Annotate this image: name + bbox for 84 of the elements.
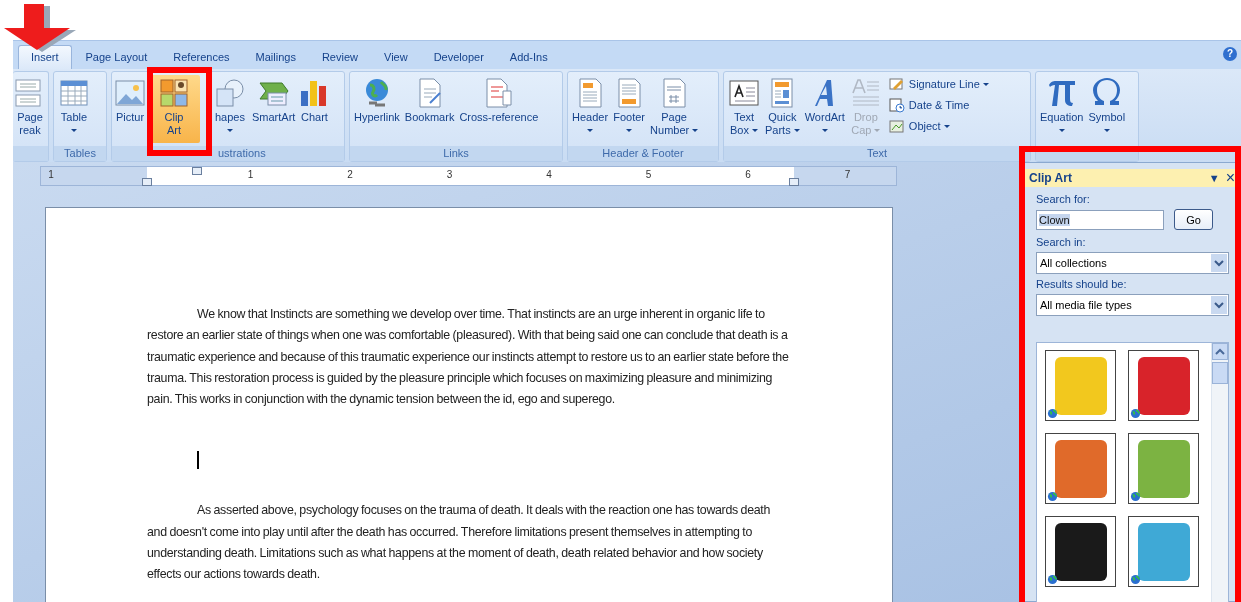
clip-art-thumbnail[interactable] <box>1128 433 1199 504</box>
group-label: Links <box>350 146 562 161</box>
ribbon-button[interactable]: Chart <box>297 75 332 143</box>
scroll-thumb[interactable] <box>1212 362 1228 384</box>
clip-art-thumbnail[interactable] <box>1128 350 1199 421</box>
ribbon-button[interactable]: Table <box>56 75 92 143</box>
ribbon-button[interactable]: Bookmark <box>402 75 457 143</box>
calendar-clock-icon <box>888 97 905 113</box>
pane-menu-button[interactable]: ▼ <box>1208 172 1220 184</box>
field-label: Results should be: <box>1036 278 1128 292</box>
ruler-number: 1 <box>47 169 55 180</box>
text-box-icon <box>728 77 760 109</box>
group-label-bar <box>13 146 48 161</box>
pane-title: Clip Art <box>1029 171 1073 185</box>
ruler-number: 5 <box>644 169 653 180</box>
clip-art-thumbnail[interactable] <box>1045 350 1116 421</box>
clip-art-thumbnail[interactable] <box>1045 516 1116 587</box>
paragraph: As asserted above, psychology focuses on the trauma of death. It deals with the reaction one has towards death and doesn't come into play until after the death has occurred. Therefore limitations present themselves in attempting to understanding death. Limitations such as what happens at the moment of death, death related behavior and how society effects our actions towards death. <box>147 502 772 584</box>
ribbon-tab[interactable]: Page Layout <box>73 46 160 69</box>
ribbon-tab[interactable]: References <box>161 46 242 69</box>
group-label: Text <box>724 146 1030 161</box>
ribbon-button[interactable]: WordArt <box>802 75 847 143</box>
ribbon-button[interactable]: Footer <box>611 75 648 143</box>
ribbon-tab[interactable]: Developer <box>421 46 496 69</box>
dropdown-field[interactable]: All media file types <box>1036 294 1229 316</box>
ribbon-tab[interactable]: Add-Ins <box>497 46 560 69</box>
indent-marker[interactable] <box>192 167 202 175</box>
ribbon-button[interactable]: Symbol <box>1086 75 1128 143</box>
drop-cap-icon <box>849 77 882 109</box>
indent-marker[interactable] <box>142 178 152 186</box>
ribbon-button[interactable]: Equation <box>1038 75 1086 143</box>
ruler-number: 6 <box>744 169 752 180</box>
shapes-icon <box>214 77 246 109</box>
ribbon-button[interactable]: Page reak <box>12 75 48 143</box>
ribbon-button[interactable]: Cross-reference <box>457 75 541 143</box>
ribbon-tab[interactable]: Insert <box>18 45 72 69</box>
globe-icon <box>1130 491 1141 502</box>
ruler-number: 3 <box>445 169 454 180</box>
ribbon-button[interactable]: Hyperlink <box>352 75 402 143</box>
signature-icon <box>888 76 905 92</box>
ribbon-tab[interactable]: Mailings <box>243 46 308 69</box>
ribbon-button[interactable]: Signature Line <box>888 76 989 92</box>
table-icon <box>58 77 90 109</box>
chevron-down-icon <box>1211 254 1227 272</box>
globe-icon <box>1047 574 1058 585</box>
ruler-number: 4 <box>545 169 553 180</box>
picture-icon <box>114 77 146 109</box>
search-field[interactable]: Clown <box>1036 209 1164 230</box>
close-button[interactable]: × <box>1225 169 1235 187</box>
ribbon-tab[interactable]: View <box>372 46 420 69</box>
ribbon-button[interactable]: SmartArt <box>251 75 297 143</box>
text-cursor <box>197 451 199 470</box>
indent-marker[interactable] <box>789 178 799 186</box>
globe-icon <box>1047 408 1058 419</box>
ruler-number: 1 <box>246 169 255 180</box>
ribbon-button[interactable]: Pictur <box>113 75 147 143</box>
group-label: Header & Footer <box>568 146 718 161</box>
ruler-number: 7 <box>843 169 852 180</box>
chevron-down-icon <box>1211 296 1227 314</box>
ribbon-button[interactable]: Date & Time <box>888 97 989 113</box>
ribbon-button[interactable]: Quick Parts <box>763 75 802 143</box>
ribbon-button[interactable]: Object <box>888 118 989 134</box>
object-icon <box>888 118 905 134</box>
ruler-number: 2 <box>346 169 354 180</box>
help-icon[interactable]: ? <box>1223 47 1237 61</box>
scrollbar[interactable] <box>1211 343 1228 602</box>
globe-icon <box>1130 408 1141 419</box>
clip-art-icon <box>158 77 190 109</box>
clip-art-thumbnail[interactable] <box>1128 516 1199 587</box>
ribbon-button[interactable]: hapes <box>213 75 247 143</box>
dropdown-field[interactable]: All collections <box>1036 252 1229 274</box>
field-label: Search for: <box>1036 193 1091 207</box>
group-label: Tables <box>54 146 106 161</box>
ribbon-button[interactable]: Header <box>570 75 611 143</box>
globe-icon <box>1047 491 1058 502</box>
field-label: Search in: <box>1036 236 1087 250</box>
clip-art-thumbnail[interactable] <box>1045 433 1116 504</box>
scroll-up-icon[interactable] <box>1212 343 1228 360</box>
ribbon-button[interactable]: Page Number <box>648 75 701 143</box>
globe-icon <box>1130 574 1141 585</box>
paragraph: We know that Instincts are something we develop over time. That instincts are an urge inherent in organic life to restore an earlier state of things when one was comfortable (pleasured). With that being said one can conclude that death is a traumatic experience and because of this traumatic experience our instincts attempt to restore us to an earlier state before the trauma. This restoration process is guided by the pleasure principle which focuses on maximizing pleasure and minimizing pain. This works in conjunction with the dynamic tension between the id, ego and superego. <box>147 306 790 409</box>
ribbon-tab[interactable]: Review <box>309 46 370 69</box>
ribbon-button[interactable]: Text Box <box>726 75 762 143</box>
go-button[interactable]: Go <box>1174 209 1213 230</box>
